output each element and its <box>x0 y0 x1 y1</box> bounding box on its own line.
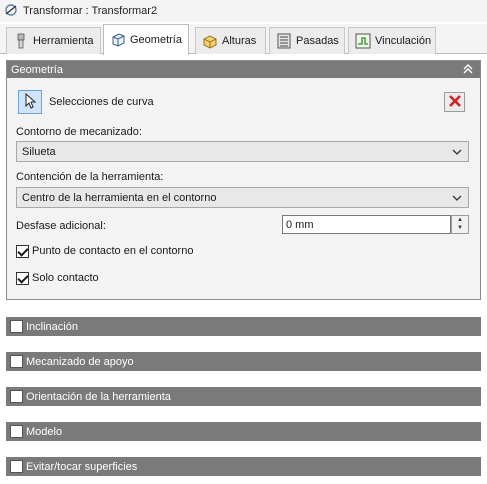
section-label: Modelo <box>26 425 63 438</box>
section-checkbox[interactable] <box>10 425 23 438</box>
geometry-panel-header[interactable]: Geometría <box>7 61 480 78</box>
section-label: Mecanizado de apoyo <box>26 355 134 368</box>
cursor-arrow-icon <box>23 92 37 112</box>
tool-icon <box>13 33 29 49</box>
machining-contour-label: Contorno de mecanizado: <box>16 126 142 138</box>
section-evitar-tocar-superficies[interactable]: Evitar/tocar superficies <box>6 457 481 476</box>
section-checkbox[interactable] <box>10 320 23 333</box>
title-bar: Transformar : Transformar2 <box>0 0 487 22</box>
tab-label: Pasadas <box>296 35 339 47</box>
tab-vinculacion[interactable]: Vinculación <box>348 27 436 54</box>
section-inclinacion[interactable]: Inclinación <box>6 317 481 336</box>
spin-down-icon[interactable]: ▼ <box>452 224 468 232</box>
section-checkbox[interactable] <box>10 355 23 368</box>
contact-only-label: Solo contacto <box>32 272 99 284</box>
additional-offset-value: 0 mm <box>286 218 314 231</box>
machining-contour-value: Silueta <box>22 145 56 158</box>
contact-point-label: Punto de contacto en el contorno <box>32 245 194 257</box>
linking-icon <box>355 33 371 49</box>
transform-app-icon <box>4 3 18 20</box>
section-orientacion-herramienta[interactable]: Orientación de la herramienta <box>6 387 481 406</box>
section-mecanizado-apoyo[interactable]: Mecanizado de apoyo <box>6 352 481 371</box>
section-label: Orientación de la herramienta <box>26 390 171 403</box>
chevron-down-icon <box>451 192 463 204</box>
geometry-cube-icon <box>110 32 126 48</box>
collapse-icon[interactable] <box>462 63 474 75</box>
tab-label: Alturas <box>222 35 257 47</box>
curve-selection-label: Selecciones de curva <box>49 96 154 108</box>
tool-containment-label: Contención de la herramienta: <box>16 171 164 183</box>
additional-offset-input[interactable]: 0 mm <box>282 215 451 234</box>
curve-selection-button[interactable] <box>18 90 42 114</box>
tab-geometria[interactable]: Geometría <box>103 24 189 55</box>
passes-icon <box>276 33 292 49</box>
tab-label: Herramienta <box>33 35 94 47</box>
section-modelo[interactable]: Modelo <box>6 422 481 441</box>
heights-icon <box>202 33 218 49</box>
geometry-panel: Geometría Selecciones de curva Contorno … <box>6 60 481 300</box>
additional-offset-label: Desfase adicional: <box>16 220 106 232</box>
tool-containment-value: Centro de la herramienta en el contorno <box>22 191 217 204</box>
machining-contour-select[interactable]: Silueta <box>16 141 469 162</box>
window-title: Transformar : Transformar2 <box>23 5 158 17</box>
tab-pasadas[interactable]: Pasadas <box>269 27 345 54</box>
section-checkbox[interactable] <box>10 390 23 403</box>
red-x-icon <box>448 94 462 111</box>
contact-only-checkbox[interactable] <box>16 272 29 285</box>
spin-up-icon[interactable]: ▲ <box>452 216 468 224</box>
offset-spinner[interactable]: ▲ ▼ <box>451 215 469 234</box>
tab-label: Vinculación <box>375 35 432 47</box>
tab-herramienta[interactable]: Herramienta <box>6 27 101 54</box>
tab-label: Geometría <box>130 34 182 46</box>
tab-bar: Herramienta Geometría Alturas Pasadas Vi… <box>0 24 487 55</box>
tool-containment-select[interactable]: Centro de la herramienta en el contorno <box>16 187 469 208</box>
section-label: Inclinación <box>26 320 78 333</box>
contact-point-checkbox[interactable] <box>16 245 29 258</box>
chevron-down-icon <box>451 146 463 158</box>
section-checkbox[interactable] <box>10 460 23 473</box>
tab-alturas[interactable]: Alturas <box>195 27 266 54</box>
section-label: Evitar/tocar superficies <box>26 460 138 473</box>
panel-title: Geometría <box>11 63 63 76</box>
clear-selection-button[interactable] <box>444 92 465 112</box>
